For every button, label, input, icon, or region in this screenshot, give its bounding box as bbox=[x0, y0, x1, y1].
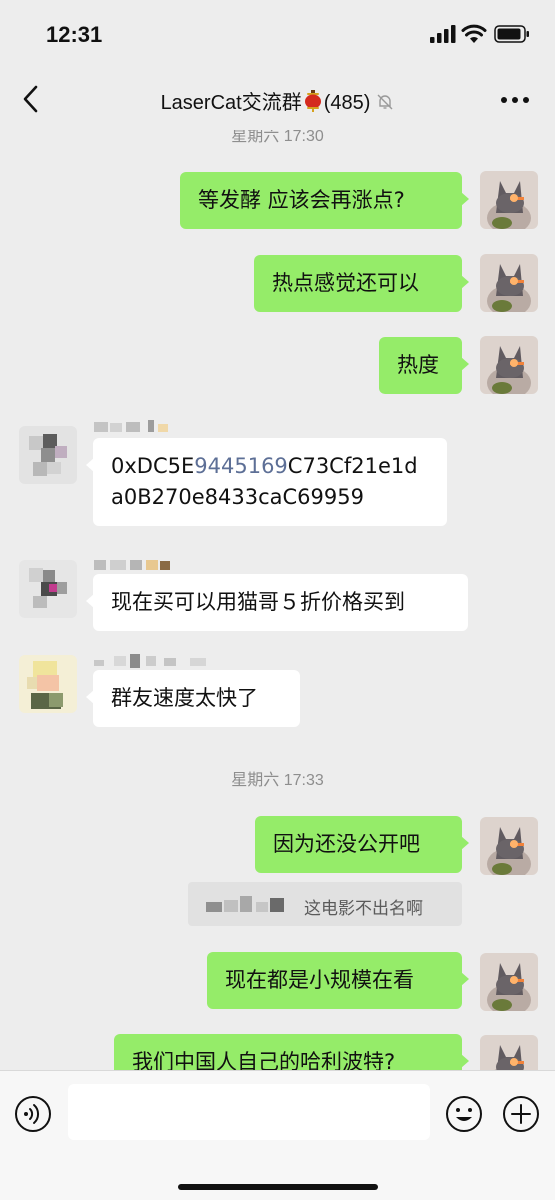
sender-name-blurred bbox=[94, 560, 170, 570]
quoted-sender-blurred bbox=[206, 896, 284, 912]
more-icon[interactable] bbox=[500, 96, 530, 104]
chat-title: LaserCat交流群 (485) bbox=[0, 86, 555, 115]
outgoing-message[interactable]: 我们中国人自己的哈利波特? bbox=[114, 1034, 469, 1070]
quoted-message[interactable]: 这电影不出名啊 bbox=[188, 882, 462, 926]
self-avatar[interactable] bbox=[480, 1035, 538, 1070]
cellular-signal-icon bbox=[430, 25, 456, 43]
outgoing-message[interactable]: 现在都是小规模在看 bbox=[207, 952, 469, 1009]
status-time: 12:31 bbox=[46, 22, 103, 47]
status-bar: 12:31 bbox=[0, 0, 555, 68]
timestamp: 星期六 17:30 bbox=[231, 130, 324, 145]
sender-name-blurred bbox=[94, 654, 206, 668]
message-list[interactable]: 星期六 17:30 等发酵 应该会再涨点? 热点感觉还可以 热度 0xDC5E9… bbox=[0, 130, 555, 1070]
mute-bell-icon bbox=[377, 94, 393, 110]
group-name: LaserCat交流群 bbox=[160, 92, 302, 114]
self-avatar[interactable] bbox=[480, 817, 538, 875]
chat-header: LaserCat交流群 (485) bbox=[0, 68, 555, 130]
battery-icon bbox=[494, 25, 529, 43]
outgoing-message[interactable]: 因为还没公开吧 bbox=[255, 816, 469, 873]
emoji-icon[interactable] bbox=[445, 1095, 483, 1133]
outgoing-message[interactable]: 热度 bbox=[379, 337, 469, 394]
phone-number-link[interactable]: 9445169 bbox=[194, 454, 288, 478]
address-part: 0xDC5E bbox=[111, 454, 195, 478]
voice-icon[interactable] bbox=[14, 1095, 52, 1133]
self-avatar[interactable] bbox=[480, 953, 538, 1011]
incoming-message[interactable]: 群友速度太快了 bbox=[86, 670, 300, 727]
outgoing-message[interactable]: 等发酵 应该会再涨点? bbox=[180, 172, 469, 229]
member-avatar[interactable] bbox=[19, 655, 77, 713]
lantern-icon bbox=[304, 90, 321, 112]
incoming-message[interactable]: 现在买可以用猫哥５折价格买到 bbox=[86, 574, 468, 631]
self-avatar[interactable] bbox=[480, 336, 538, 394]
message-input[interactable] bbox=[68, 1084, 430, 1140]
wifi-icon bbox=[461, 24, 487, 43]
plus-icon[interactable] bbox=[502, 1095, 540, 1133]
quoted-text: 这电影不出名啊 bbox=[304, 899, 423, 918]
incoming-message-address[interactable]: 0xDC5E9445169C73Cf21e1da0B270e8433caC699… bbox=[86, 438, 447, 526]
home-indicator bbox=[178, 1184, 378, 1190]
sender-name-blurred bbox=[94, 420, 168, 432]
member-count: (485) bbox=[323, 92, 371, 114]
outgoing-message[interactable]: 热点感觉还可以 bbox=[254, 255, 469, 312]
self-avatar[interactable] bbox=[480, 171, 538, 229]
timestamp: 星期六 17:33 bbox=[231, 772, 324, 789]
member-avatar[interactable] bbox=[19, 560, 77, 618]
input-bar bbox=[0, 1070, 555, 1200]
member-avatar[interactable] bbox=[19, 426, 77, 484]
self-avatar[interactable] bbox=[480, 254, 538, 312]
